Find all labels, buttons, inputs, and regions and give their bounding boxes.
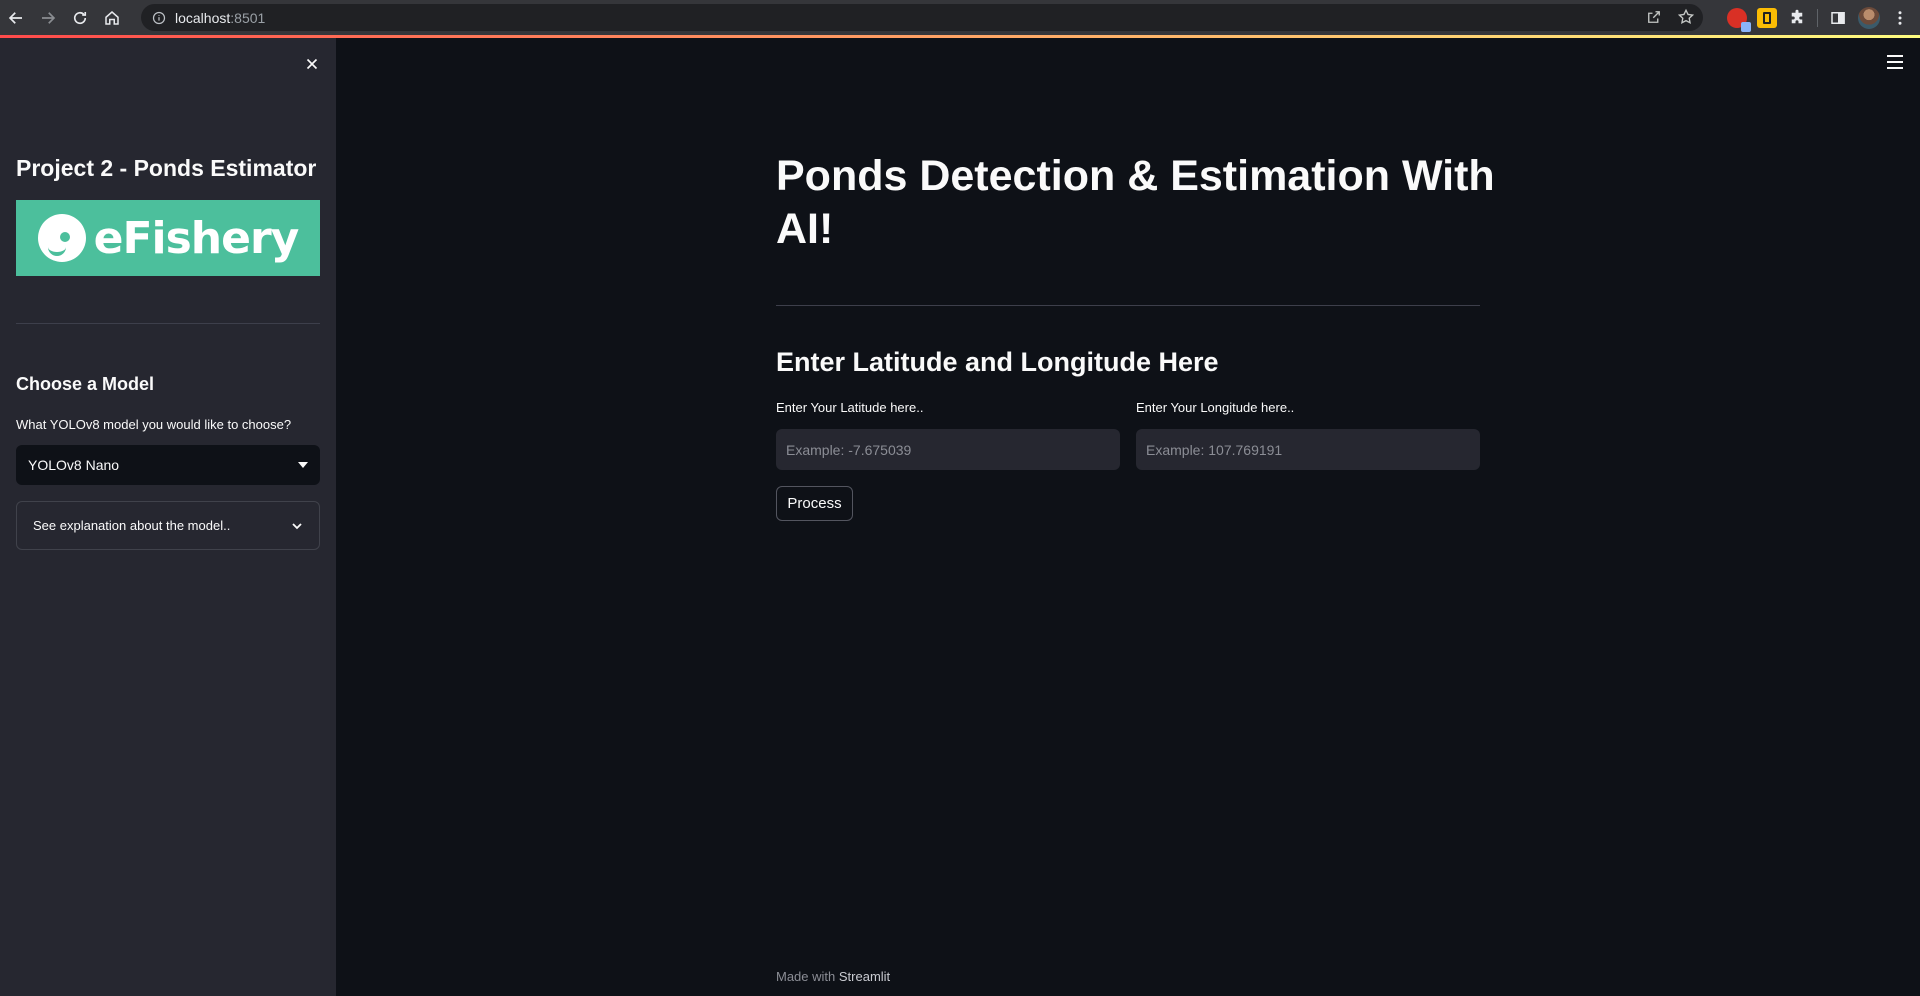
- address-bar[interactable]: localhost:8501: [141, 4, 1703, 31]
- close-sidebar-icon[interactable]: [301, 53, 323, 75]
- toolbar-separator: [1817, 8, 1818, 27]
- site-info-icon[interactable]: [151, 10, 167, 26]
- latitude-input[interactable]: [776, 429, 1120, 470]
- process-button[interactable]: Process: [776, 486, 853, 521]
- browser-toolbar: localhost:8501: [0, 0, 1920, 35]
- caret-down-icon: [298, 462, 308, 468]
- model-select[interactable]: YOLOv8 Nano: [16, 445, 320, 485]
- share-icon[interactable]: [1645, 8, 1663, 26]
- expander-label: See explanation about the model..: [33, 518, 231, 533]
- side-panel-icon[interactable]: [1828, 8, 1848, 28]
- sidebar: Project 2 - Ponds Estimator eFishery Cho…: [0, 38, 336, 996]
- sidebar-title: Project 2 - Ponds Estimator: [16, 155, 317, 181]
- reload-icon: [73, 11, 87, 24]
- bookmark-star-icon[interactable]: [1677, 8, 1695, 26]
- efishery-logo-text: eFishery: [93, 212, 300, 264]
- back-arrow-icon: [8, 11, 22, 24]
- longitude-input[interactable]: [1136, 429, 1480, 470]
- extension-yellow-icon[interactable]: [1757, 7, 1777, 28]
- forward-arrow-icon: [42, 11, 56, 24]
- home-icon: [105, 10, 119, 25]
- model-select-label: What YOLOv8 model you would like to choo…: [16, 417, 292, 432]
- url-host: localhost: [175, 9, 231, 26]
- sidebar-divider: [16, 323, 320, 324]
- model-select-value: YOLOv8 Nano: [28, 457, 120, 473]
- efishery-logo-mark: [37, 214, 86, 262]
- profile-avatar[interactable]: [1858, 6, 1880, 29]
- main-divider: [776, 305, 1480, 306]
- extensions-puzzle-icon[interactable]: [1787, 8, 1807, 28]
- longitude-label: Enter Your Longitude here..: [1136, 400, 1295, 415]
- latitude-label: Enter Your Latitude here..: [776, 400, 924, 415]
- model-heading: Choose a Model: [16, 374, 155, 394]
- reload-button[interactable]: [64, 0, 96, 35]
- page-title: Ponds Detection & Estimation With AI!: [776, 152, 1495, 253]
- efishery-logo: eFishery: [16, 200, 320, 276]
- url-port: :8501: [230, 9, 266, 26]
- home-button[interactable]: [96, 0, 128, 35]
- footer-prefix: Made with: [776, 969, 836, 984]
- main-menu-icon[interactable]: [1884, 53, 1906, 71]
- footer: Made with Streamlit: [776, 969, 890, 984]
- browser-menu-icon[interactable]: [1890, 8, 1910, 28]
- extension-red-icon[interactable]: [1727, 7, 1751, 32]
- back-button[interactable]: [0, 0, 32, 35]
- chevron-down-icon: [292, 522, 302, 529]
- model-explanation-expander[interactable]: See explanation about the model..: [16, 501, 320, 550]
- forward-button[interactable]: [32, 0, 64, 35]
- streamlit-link[interactable]: Streamlit: [839, 969, 890, 984]
- section-heading: Enter Latitude and Longitude Here: [776, 347, 1219, 377]
